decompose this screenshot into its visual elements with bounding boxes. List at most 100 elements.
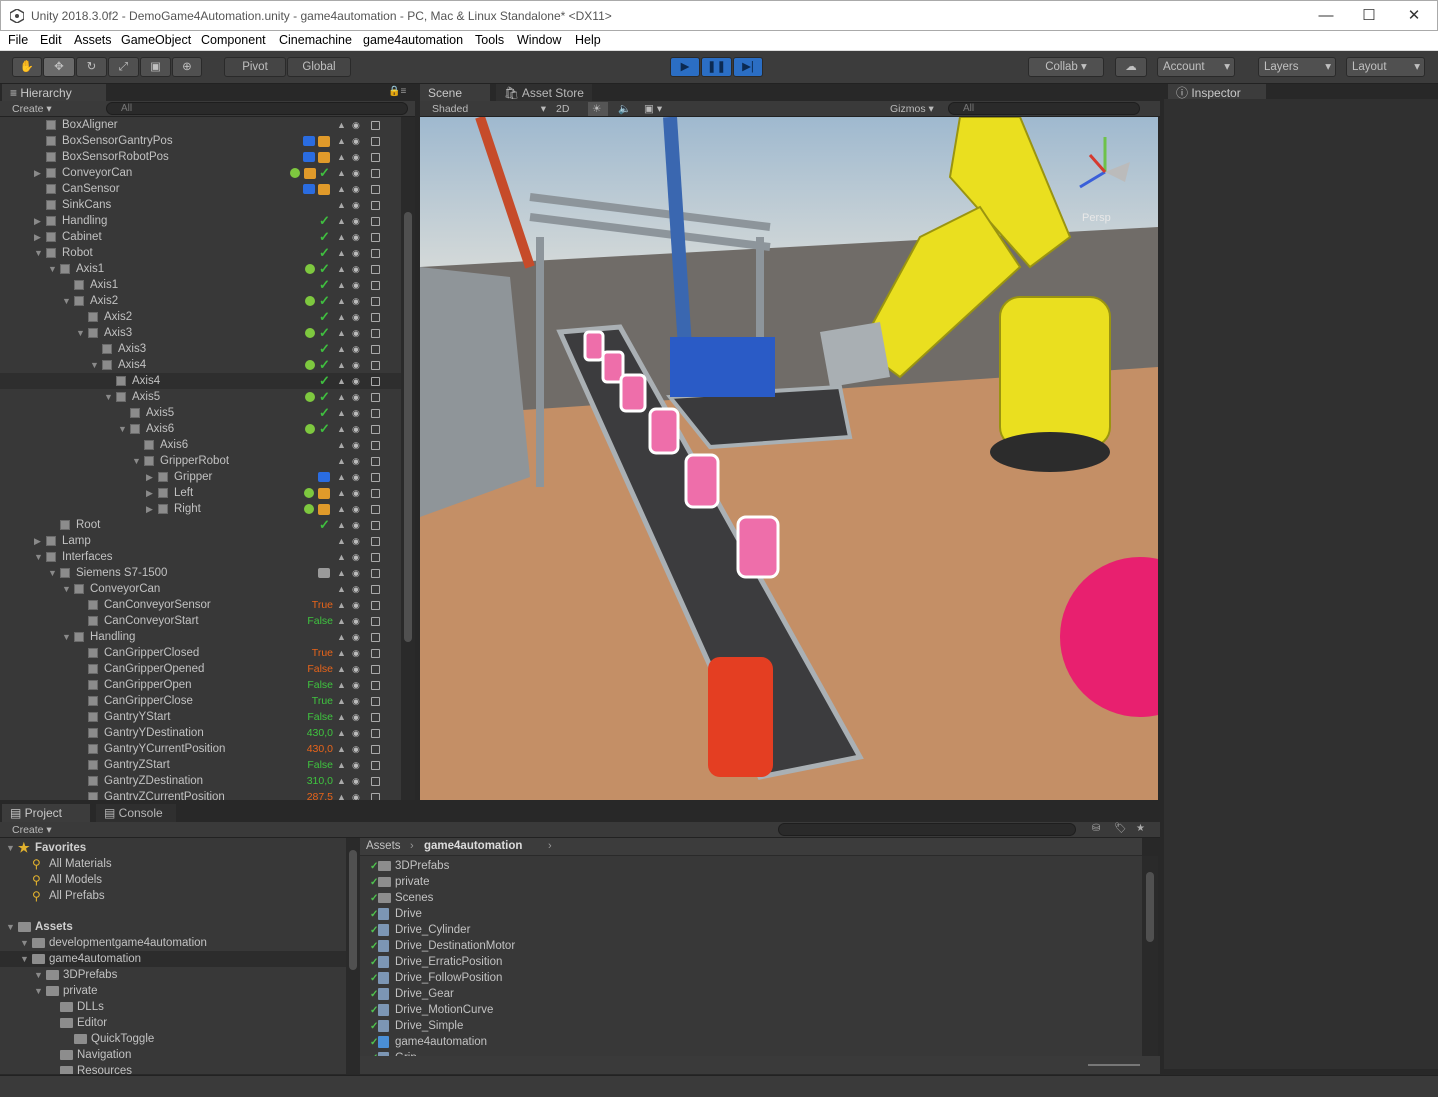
tree-arrow-icon[interactable]: ▼ bbox=[20, 951, 29, 967]
hierarchy-row[interactable]: SinkCans ▲ ◉ bbox=[0, 197, 401, 213]
pick-toggle-icon[interactable]: ▲ bbox=[337, 789, 346, 800]
pick-toggle-icon[interactable]: ▲ bbox=[337, 501, 346, 517]
tab-project[interactable]: ▤ Project bbox=[2, 804, 90, 822]
pivot-toggle[interactable]: Pivot bbox=[224, 57, 286, 77]
visibility-eye-icon[interactable]: ◉ bbox=[352, 453, 362, 469]
active-checkbox[interactable] bbox=[371, 441, 380, 450]
hierarchy-row[interactable]: ▼ Axis1 ✓ ▲ ◉ bbox=[0, 261, 401, 277]
hierarchy-row[interactable]: CanConveyorStart False ▲ ◉ bbox=[0, 613, 401, 629]
hierarchy-row[interactable]: ▼ Axis5 ✓ ▲ ◉ bbox=[0, 389, 401, 405]
visibility-eye-icon[interactable]: ◉ bbox=[352, 213, 362, 229]
active-checkbox[interactable] bbox=[371, 393, 380, 402]
project-file-item[interactable]: ✓ Drive_DestinationMotor bbox=[360, 938, 1140, 954]
active-checkbox[interactable] bbox=[371, 633, 380, 642]
visibility-eye-icon[interactable]: ◉ bbox=[352, 661, 362, 677]
active-checkbox[interactable] bbox=[371, 713, 380, 722]
shading-dropdown[interactable]: Shaded ▾ bbox=[428, 102, 546, 116]
visibility-eye-icon[interactable]: ◉ bbox=[352, 613, 362, 629]
project-tree-scrollbar[interactable] bbox=[346, 838, 360, 1074]
hierarchy-row[interactable]: ▼ Handling ▲ ◉ bbox=[0, 629, 401, 645]
visibility-eye-icon[interactable]: ◉ bbox=[352, 133, 362, 149]
visibility-eye-icon[interactable]: ◉ bbox=[352, 197, 362, 213]
visibility-eye-icon[interactable]: ◉ bbox=[352, 245, 362, 261]
expand-arrow-closed-icon[interactable]: ▶ bbox=[146, 485, 156, 501]
active-checkbox[interactable] bbox=[371, 585, 380, 594]
expand-arrow-closed-icon[interactable]: ▶ bbox=[34, 229, 44, 245]
active-checkbox[interactable] bbox=[371, 137, 380, 146]
tree-arrow-icon[interactable]: ▼ bbox=[20, 935, 29, 951]
project-tree-item[interactable]: Editor bbox=[0, 1015, 346, 1031]
hierarchy-row[interactable]: ▼ GripperRobot ▲ ◉ bbox=[0, 453, 401, 469]
tab-hierarchy[interactable]: ≡ Hierarchy bbox=[2, 84, 106, 102]
pick-toggle-icon[interactable]: ▲ bbox=[337, 245, 346, 261]
hierarchy-row[interactable]: ▼ Siemens S7-1500 ▲ ◉ bbox=[0, 565, 401, 581]
hierarchy-row[interactable]: CanSensor ▲ ◉ bbox=[0, 181, 401, 197]
hierarchy-row[interactable]: CanConveyorSensor True ▲ ◉ bbox=[0, 597, 401, 613]
hierarchy-row[interactable]: ▼ Interfaces ▲ ◉ bbox=[0, 549, 401, 565]
expand-arrow-open-icon[interactable]: ▼ bbox=[118, 421, 128, 437]
project-file-item[interactable]: ✓ Drive_Simple bbox=[360, 1018, 1140, 1034]
active-checkbox[interactable] bbox=[371, 345, 380, 354]
pick-toggle-icon[interactable]: ▲ bbox=[337, 389, 346, 405]
tab-console[interactable]: ▤ Console bbox=[96, 804, 176, 822]
active-checkbox[interactable] bbox=[371, 153, 380, 162]
pick-toggle-icon[interactable]: ▲ bbox=[337, 453, 346, 469]
menu-cinemachine[interactable]: Cinemachine bbox=[279, 33, 352, 47]
hierarchy-row[interactable]: CanGripperClosed True ▲ ◉ bbox=[0, 645, 401, 661]
pick-toggle-icon[interactable]: ▲ bbox=[337, 469, 346, 485]
scene-view[interactable]: Persp bbox=[420, 117, 1158, 800]
hierarchy-row[interactable]: ▶ Right ▲ ◉ bbox=[0, 501, 401, 517]
hierarchy-row[interactable]: ▶ Cabinet ✓ ▲ ◉ bbox=[0, 229, 401, 245]
visibility-eye-icon[interactable]: ◉ bbox=[352, 773, 362, 789]
visibility-eye-icon[interactable]: ◉ bbox=[352, 677, 362, 693]
active-checkbox[interactable] bbox=[371, 217, 380, 226]
active-checkbox[interactable] bbox=[371, 361, 380, 370]
project-file-item[interactable]: ✓ 3DPrefabs bbox=[360, 858, 1140, 874]
visibility-eye-icon[interactable]: ◉ bbox=[352, 117, 362, 133]
project-tree-item[interactable]: QuickToggle bbox=[0, 1031, 346, 1047]
hierarchy-row[interactable]: Axis6 ▲ ◉ bbox=[0, 437, 401, 453]
hierarchy-row[interactable]: ▶ Handling ✓ ▲ ◉ bbox=[0, 213, 401, 229]
active-checkbox[interactable] bbox=[371, 473, 380, 482]
icon-size-slider[interactable] bbox=[1088, 1064, 1140, 1066]
active-checkbox[interactable] bbox=[371, 457, 380, 466]
hierarchy-row[interactable]: ▼ Robot ✓ ▲ ◉ bbox=[0, 245, 401, 261]
menu-help[interactable]: Help bbox=[575, 33, 601, 47]
pick-toggle-icon[interactable]: ▲ bbox=[337, 533, 346, 549]
active-checkbox[interactable] bbox=[371, 281, 380, 290]
pick-toggle-icon[interactable]: ▲ bbox=[337, 581, 346, 597]
visibility-eye-icon[interactable]: ◉ bbox=[352, 549, 362, 565]
visibility-eye-icon[interactable]: ◉ bbox=[352, 405, 362, 421]
hierarchy-row[interactable]: ▼ Axis6 ✓ ▲ ◉ bbox=[0, 421, 401, 437]
hierarchy-row[interactable]: GantryYCurrentPosition 430,0 ▲ ◉ bbox=[0, 741, 401, 757]
pick-toggle-icon[interactable]: ▲ bbox=[337, 405, 346, 421]
active-checkbox[interactable] bbox=[371, 697, 380, 706]
project-file-item[interactable]: ✓ private bbox=[360, 874, 1140, 890]
active-checkbox[interactable] bbox=[371, 777, 380, 786]
visibility-eye-icon[interactable]: ◉ bbox=[352, 421, 362, 437]
pick-toggle-icon[interactable]: ▲ bbox=[337, 133, 346, 149]
hierarchy-row[interactable]: GantryZStart False ▲ ◉ bbox=[0, 757, 401, 773]
project-tree-item[interactable]: Navigation bbox=[0, 1047, 346, 1063]
persp-label[interactable]: Persp bbox=[1082, 212, 1111, 224]
pick-toggle-icon[interactable]: ▲ bbox=[337, 437, 346, 453]
pick-toggle-icon[interactable]: ▲ bbox=[337, 741, 346, 757]
scrollbar-thumb[interactable] bbox=[349, 850, 357, 970]
hand-tool-icon[interactable]: ✋ bbox=[12, 57, 42, 77]
active-checkbox[interactable] bbox=[371, 649, 380, 658]
hierarchy-row[interactable]: ▼ ConveyorCan ▲ ◉ bbox=[0, 581, 401, 597]
active-checkbox[interactable] bbox=[371, 617, 380, 626]
pick-toggle-icon[interactable]: ▲ bbox=[337, 629, 346, 645]
tab-scene[interactable]: Scene bbox=[420, 84, 490, 102]
global-toggle[interactable]: Global bbox=[287, 57, 351, 77]
active-checkbox[interactable] bbox=[371, 377, 380, 386]
pause-button[interactable]: ❚❚ bbox=[701, 57, 732, 77]
hierarchy-row[interactable]: ▶ Left ▲ ◉ bbox=[0, 485, 401, 501]
rect-tool-icon[interactable]: ▣ bbox=[140, 57, 171, 77]
menu-gameobject[interactable]: GameObject bbox=[121, 33, 191, 47]
project-tree-item[interactable]: ⚲ All Prefabs bbox=[0, 888, 346, 904]
active-checkbox[interactable] bbox=[371, 729, 380, 738]
pick-toggle-icon[interactable]: ▲ bbox=[337, 325, 346, 341]
active-checkbox[interactable] bbox=[371, 505, 380, 514]
project-tree-item[interactable]: DLLs bbox=[0, 999, 346, 1015]
